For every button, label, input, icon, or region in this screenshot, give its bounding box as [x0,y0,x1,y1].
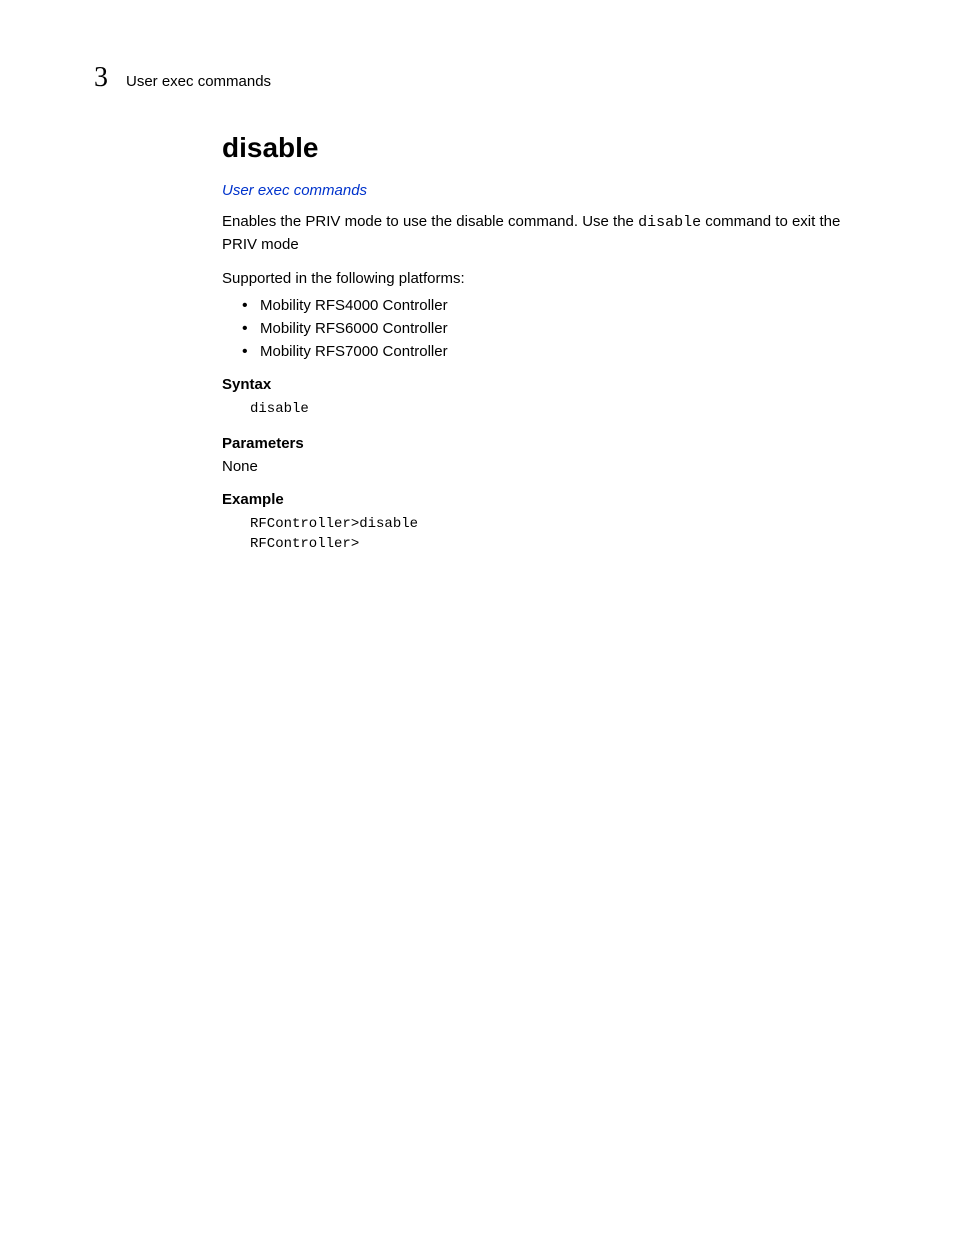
description-pre: Enables the PRIV mode to use the disable… [222,213,638,230]
list-item: Mobility RFS7000 Controller [242,343,872,360]
chapter-number: 3 [94,62,108,94]
syntax-code: disable [222,399,872,419]
header-section-name: User exec commands [126,73,271,90]
supported-platforms-label: Supported in the following platforms: [222,270,872,287]
example-code: RFController>disable RFController> [222,514,872,555]
example-heading: Example [222,491,872,508]
platform-list: Mobility RFS4000 Controller Mobility RFS… [222,297,872,360]
list-item: Mobility RFS4000 Controller [242,297,872,314]
syntax-heading: Syntax [222,376,872,393]
parameters-value: None [222,458,872,475]
description-text: Enables the PRIV mode to use the disable… [222,211,872,256]
parameters-heading: Parameters [222,435,872,452]
main-content: disable User exec commands Enables the P… [222,132,872,562]
description-code: disable [638,214,701,231]
page-title: disable [222,132,872,164]
page-header: 3 User exec commands [94,62,271,94]
parent-section-link[interactable]: User exec commands [222,182,872,199]
list-item: Mobility RFS6000 Controller [242,320,872,337]
